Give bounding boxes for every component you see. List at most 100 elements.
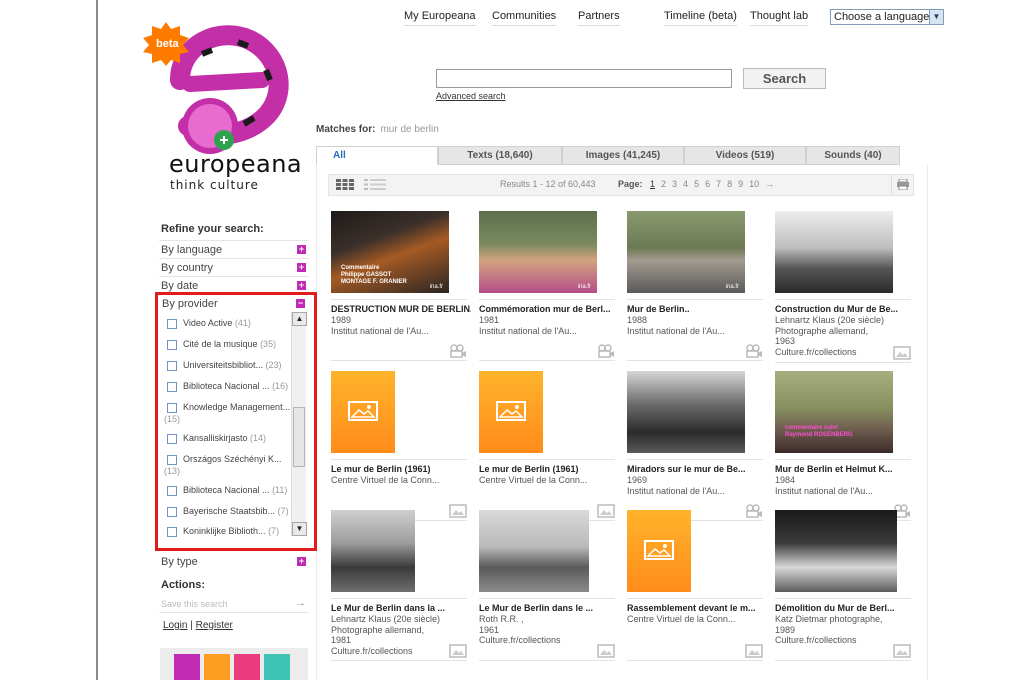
tab-videos[interactable]: Videos (519) [684, 146, 806, 165]
register-link[interactable]: Register [196, 620, 233, 631]
facet-country[interactable]: By country + [159, 258, 309, 276]
result-title[interactable]: Mur de Berlin.. [627, 304, 767, 314]
search-input[interactable] [436, 69, 732, 88]
page-link[interactable]: 4 [683, 179, 688, 189]
page-link[interactable]: 7 [716, 179, 721, 189]
nav-my-europeana[interactable]: My Europeana [404, 10, 476, 26]
plus-icon[interactable]: + [297, 557, 306, 566]
nav-partners[interactable]: Partners [578, 10, 620, 26]
tab-images[interactable]: Images (41,245) [562, 146, 684, 165]
result-title[interactable]: Le Mur de Berlin dans le ... [479, 603, 619, 613]
result-title[interactable]: Mur de Berlin et Helmut K... [775, 464, 915, 474]
result-card[interactable]: Rassemblement devant le m... Centre Virtu… [627, 510, 767, 661]
minus-icon[interactable]: − [296, 299, 305, 308]
facet-type[interactable]: By type + [159, 553, 309, 571]
result-thumbnail[interactable] [775, 510, 897, 592]
checkbox[interactable] [167, 382, 177, 392]
result-title[interactable]: Le mur de Berlin (1961) [331, 464, 471, 474]
result-title[interactable]: Commémoration mur de Berl... [479, 304, 619, 314]
result-thumbnail[interactable] [331, 510, 415, 592]
checkbox[interactable] [167, 319, 177, 329]
provider-scrollbar[interactable]: ▲ ▼ [291, 312, 307, 536]
result-thumbnail[interactable] [775, 211, 893, 293]
watermark: ina.fr [577, 284, 591, 290]
sound-type-icon[interactable] [264, 654, 290, 680]
checkbox[interactable] [167, 340, 177, 350]
scroll-up-icon[interactable]: ▲ [292, 312, 307, 326]
placeholder-thumbnail[interactable] [331, 371, 395, 453]
login-link[interactable]: Login [163, 620, 187, 631]
scroll-down-icon[interactable]: ▼ [292, 522, 307, 536]
result-title[interactable]: Construction du Mur de Be... [775, 304, 915, 314]
checkbox[interactable] [167, 527, 177, 537]
page-link[interactable]: 9 [738, 179, 743, 189]
language-select[interactable]: Choose a language ▼ [830, 9, 944, 25]
page-link[interactable]: 8 [727, 179, 732, 189]
result-thumbnail[interactable]: ina.fr [627, 211, 745, 293]
result-card[interactable]: Le Mur de Berlin dans le ... Roth R.R. ,1… [479, 510, 619, 661]
nav-communities[interactable]: Communities [492, 10, 557, 26]
video-type-icon[interactable] [234, 654, 260, 680]
result-thumbnail[interactable]: commentaire suivi Raymond ROSENBERG [775, 371, 893, 453]
result-thumbnail[interactable] [479, 510, 589, 592]
matches-label: Matches for: [316, 124, 376, 135]
grid-view-icon[interactable] [336, 179, 354, 190]
placeholder-thumbnail[interactable] [627, 510, 691, 592]
page-link[interactable]: 5 [694, 179, 699, 189]
result-card[interactable]: Démolition du Mur de Berl... Katz Dietmar… [775, 510, 915, 661]
text-type-icon[interactable] [174, 654, 200, 680]
result-card[interactable]: Le Mur de Berlin dans la ... Lehnartz Kla… [331, 510, 471, 661]
page-link[interactable]: 6 [705, 179, 710, 189]
nav-timeline[interactable]: Timeline (beta) [664, 10, 737, 26]
checkbox[interactable] [167, 361, 177, 371]
placeholder-thumbnail[interactable] [479, 371, 543, 453]
checkbox[interactable] [167, 486, 177, 496]
plus-icon[interactable]: + [297, 281, 306, 290]
page-link[interactable]: 10 [749, 179, 759, 189]
result-tabs: All Texts (18,640) Images (41,245) Video… [316, 146, 928, 165]
result-title[interactable]: DESTRUCTION MUR DE BERLIN... [331, 304, 471, 314]
result-meta: Lehnartz Klaus (20e siècle) [775, 315, 885, 325]
result-thumbnail[interactable]: ina.fr [479, 211, 597, 293]
plus-icon[interactable]: + [297, 245, 306, 254]
result-card[interactable]: Construction du Mur de Be... Lehnartz Kla… [775, 211, 915, 363]
page-link[interactable]: 3 [672, 179, 677, 189]
result-title[interactable]: Démolition du Mur de Berl... [775, 603, 915, 613]
result-card[interactable]: commentaire suivi Raymond ROSENBERG Mur de… [775, 371, 915, 521]
page-link[interactable]: 1 [650, 179, 655, 189]
result-thumbnail[interactable] [627, 371, 745, 453]
result-thumbnail[interactable]: Commentaire Philippe GASSOT MONTAGE F. GRA… [331, 211, 449, 293]
result-title[interactable]: Le Mur de Berlin dans la ... [331, 603, 471, 613]
scroll-thumb[interactable] [293, 407, 305, 467]
result-title[interactable]: Rassemblement devant le m... [627, 603, 767, 613]
result-title[interactable]: Le mur de Berlin (1961) [479, 464, 619, 474]
tab-all[interactable]: All [316, 146, 438, 165]
save-search[interactable]: Save this search → [159, 597, 309, 613]
plus-icon[interactable]: + [297, 263, 306, 272]
tab-sounds[interactable]: Sounds (40) [806, 146, 900, 165]
print-icon[interactable] [897, 179, 909, 190]
checkbox[interactable] [167, 507, 177, 517]
result-card[interactable]: Le mur de Berlin (1961) Centre Virtuel de… [479, 371, 619, 521]
next-page-link[interactable]: → [765, 179, 774, 189]
page-link[interactable]: 2 [661, 179, 666, 189]
result-meta: 1961 [479, 624, 500, 635]
result-card[interactable]: Le mur de Berlin (1961) Centre Virtuel de… [331, 371, 471, 521]
result-card[interactable]: Miradors sur le mur de Be... 1969 Institut… [627, 371, 767, 521]
result-card[interactable]: Commentaire Philippe GASSOT MONTAGE F. GRA… [331, 211, 471, 361]
image-icon [449, 644, 467, 658]
search-button[interactable]: Search [743, 68, 826, 89]
arrow-right-icon[interactable]: → [295, 597, 306, 609]
checkbox[interactable] [167, 434, 177, 444]
result-title[interactable]: Miradors sur le mur de Be... [627, 464, 767, 474]
result-card[interactable]: ina.fr Commémoration mur de Berl... 1981 In… [479, 211, 619, 361]
result-card[interactable]: ina.fr Mur de Berlin.. 1988 Institut nation… [627, 211, 767, 361]
tab-texts[interactable]: Texts (18,640) [438, 146, 562, 165]
checkbox[interactable] [167, 403, 177, 413]
advanced-search-link[interactable]: Advanced search [436, 91, 506, 101]
image-type-icon[interactable] [204, 654, 230, 680]
nav-thought-lab[interactable]: Thought lab [750, 10, 809, 26]
facet-language[interactable]: By language + [159, 240, 309, 258]
list-view-icon[interactable] [364, 179, 386, 190]
checkbox[interactable] [167, 455, 177, 465]
